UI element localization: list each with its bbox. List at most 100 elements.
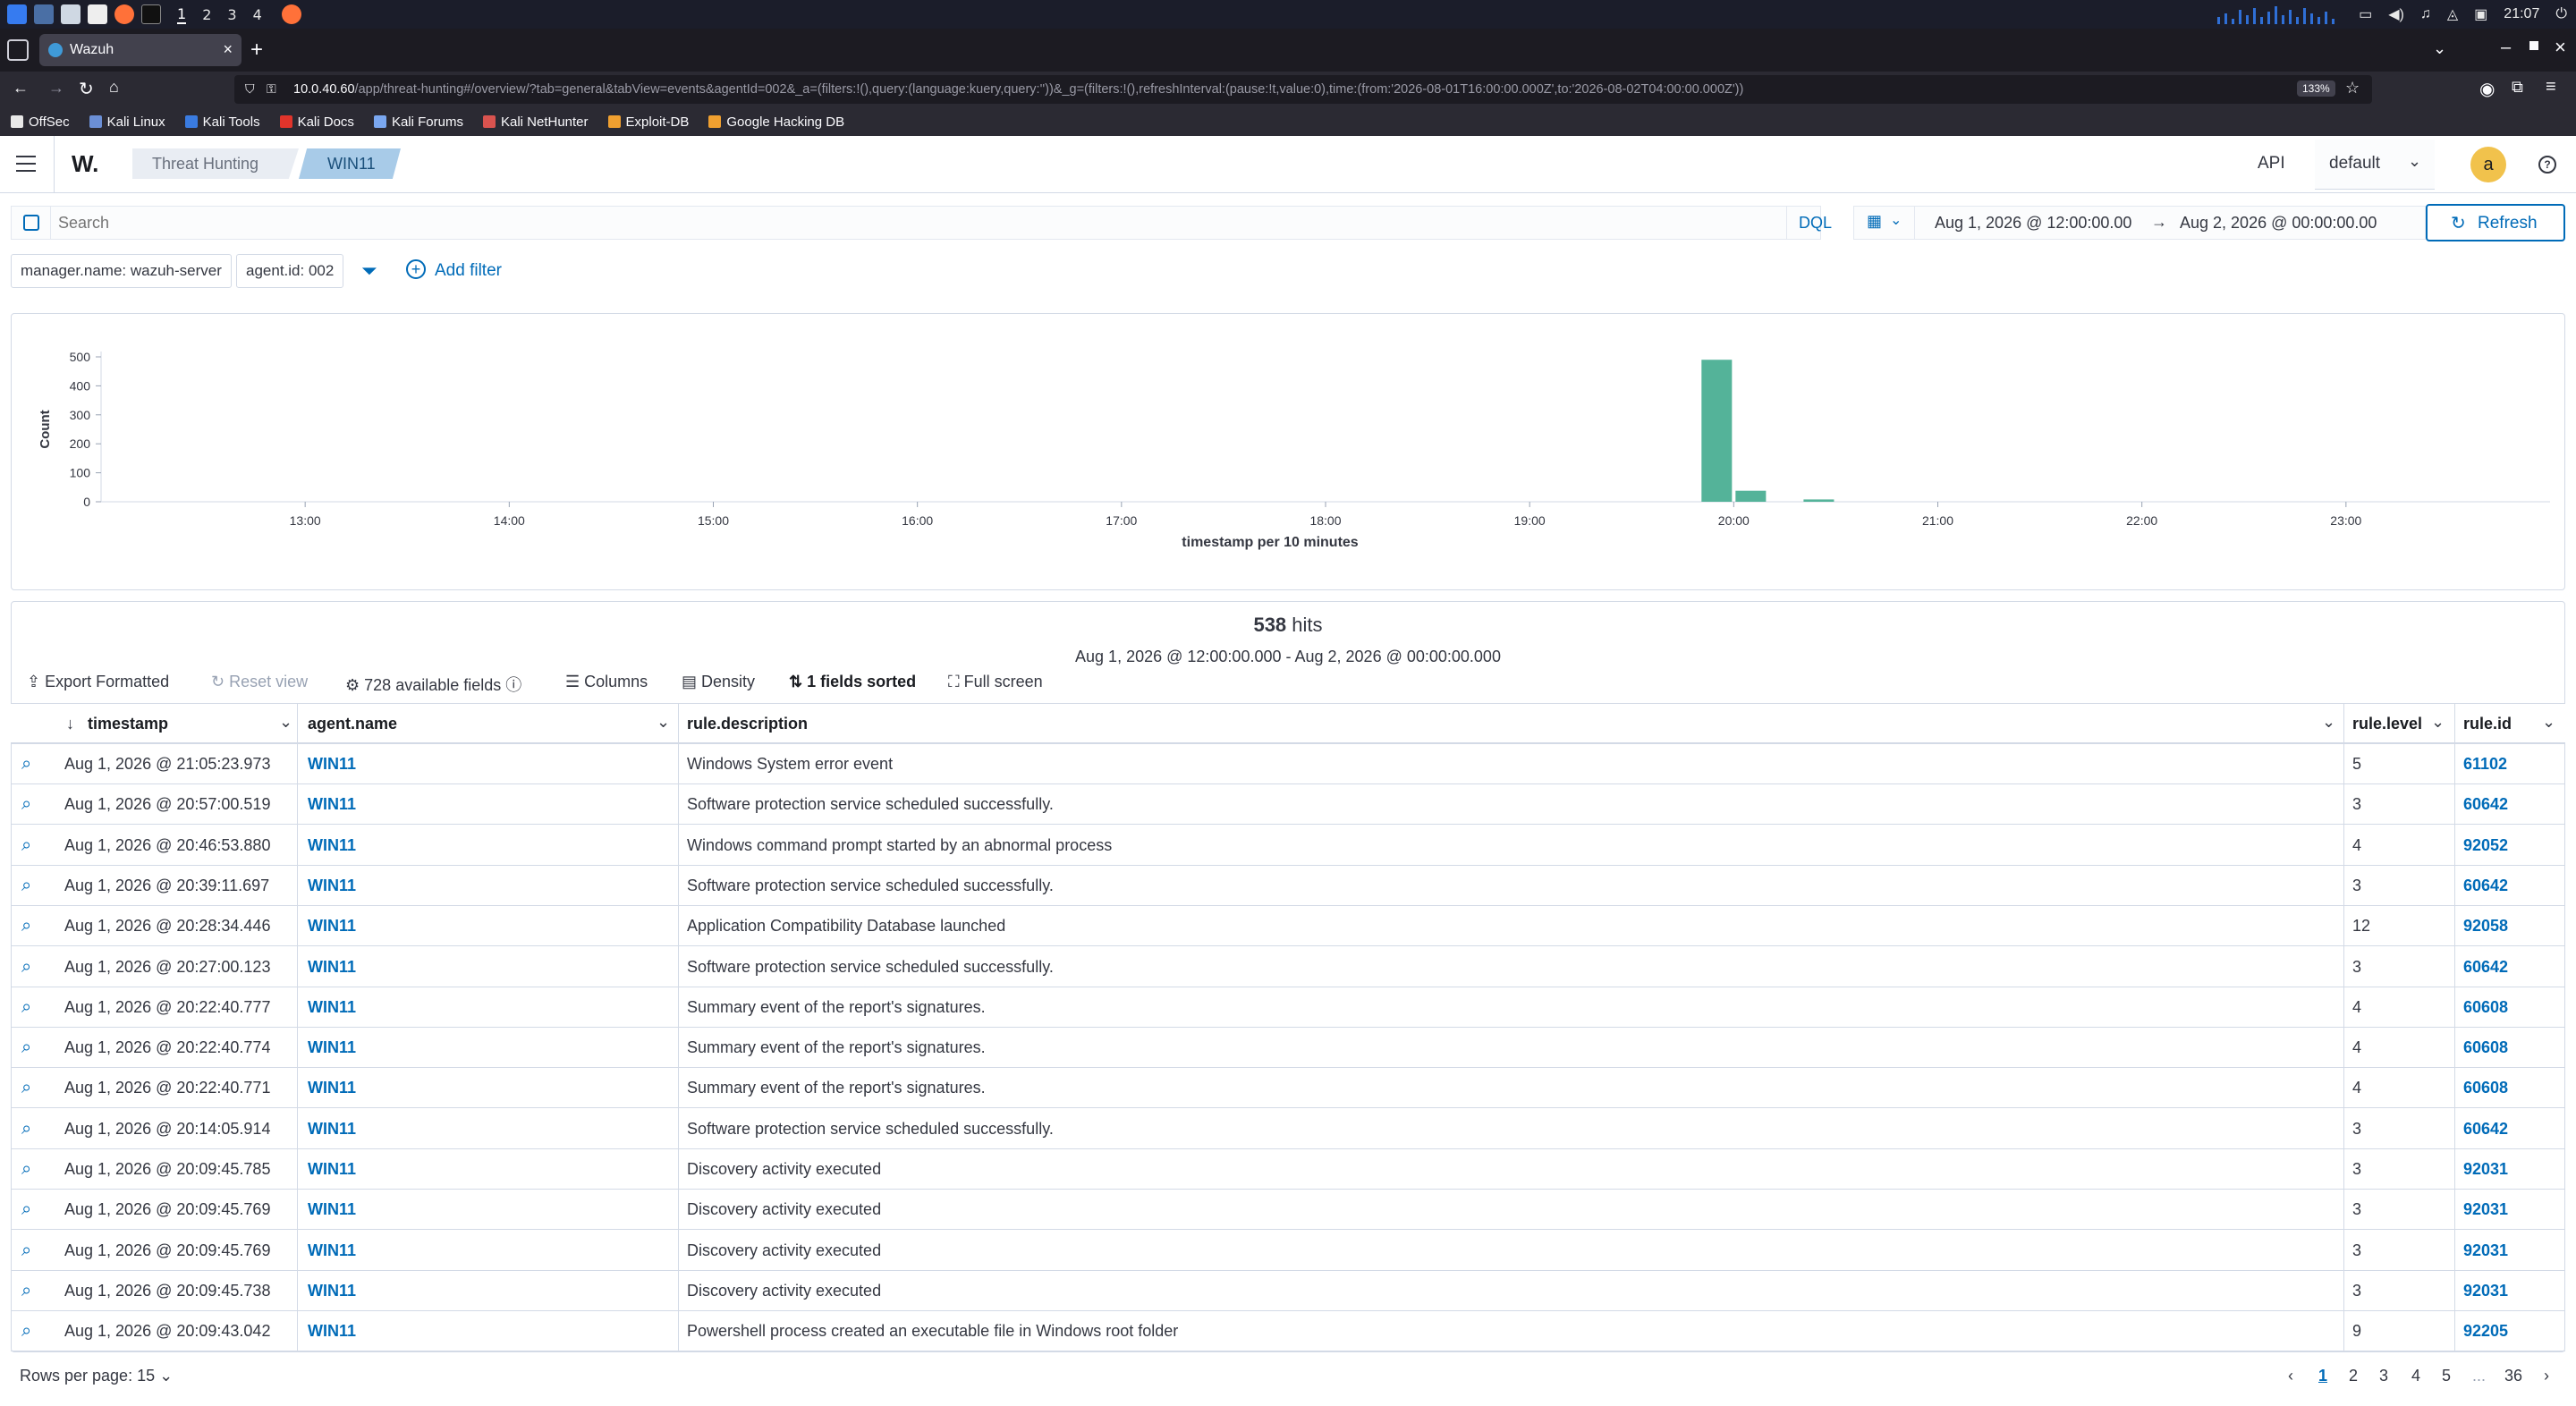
table-row[interactable]: ⌕ Aug 1, 2026 @ 20:09:45.738 WIN11 Discover…	[11, 1271, 2565, 1311]
refresh-button[interactable]: ↻ Refresh	[2426, 204, 2565, 241]
cell-agent-name[interactable]: WIN11	[308, 784, 356, 825]
forward-icon[interactable]: →	[48, 79, 64, 97]
bookmark-kali-forums[interactable]: Kali Forums	[373, 114, 463, 130]
inspect-document-icon[interactable]: ⌕	[21, 1311, 31, 1351]
table-row[interactable]: ⌕ Aug 1, 2026 @ 21:05:23.973 WIN11 Windows …	[11, 744, 2565, 784]
available-fields-button[interactable]: ⚙ 728 available fields ⓘ	[345, 673, 521, 696]
table-row[interactable]: ⌕ Aug 1, 2026 @ 20:09:45.769 WIN11 Discover…	[11, 1231, 2565, 1271]
workspace-3[interactable]: 3	[227, 6, 236, 23]
inspect-document-icon[interactable]: ⌕	[21, 1271, 31, 1311]
cell-agent-name[interactable]: WIN11	[308, 744, 356, 784]
saved-queries-button[interactable]	[12, 207, 51, 239]
search-input[interactable]	[58, 210, 1740, 235]
inspect-document-icon[interactable]: ⌕	[21, 1028, 31, 1068]
cell-rule-id[interactable]: 60642	[2463, 947, 2508, 987]
cell-rule-id[interactable]: 60642	[2463, 1109, 2508, 1149]
table-row[interactable]: ⌕ Aug 1, 2026 @ 20:22:40.771 WIN11 Summary …	[11, 1068, 2565, 1109]
cell-rule-id[interactable]: 60608	[2463, 987, 2508, 1028]
minimize-icon[interactable]: –	[2501, 38, 2511, 58]
shield-icon[interactable]: ⛉	[245, 81, 255, 97]
table-row[interactable]: ⌕ Aug 1, 2026 @ 20:27:00.123 WIN11 Software…	[11, 947, 2565, 987]
inspect-document-icon[interactable]: ⌕	[21, 1190, 31, 1230]
prev-page-icon[interactable]: ‹	[2288, 1367, 2293, 1385]
table-row[interactable]: ⌕ Aug 1, 2026 @ 20:22:40.777 WIN11 Summary …	[11, 987, 2565, 1028]
bookmark-star-icon[interactable]: ☆	[2345, 79, 2360, 97]
table-row[interactable]: ⌕ Aug 1, 2026 @ 20:14:05.914 WIN11 Software…	[11, 1109, 2565, 1149]
back-icon[interactable]: ←	[13, 79, 29, 97]
kali-menu-icon[interactable]	[7, 4, 27, 24]
bookmark-kali-docs[interactable]: Kali Docs	[279, 114, 354, 130]
cell-rule-id[interactable]: 60642	[2463, 784, 2508, 825]
cell-rule-id[interactable]: 92031	[2463, 1190, 2508, 1230]
filter-options-icon[interactable]: ⏷	[361, 259, 377, 283]
page-3[interactable]: 3	[2379, 1367, 2388, 1385]
cell-rule-id[interactable]: 60608	[2463, 1028, 2508, 1068]
table-row[interactable]: ⌕ Aug 1, 2026 @ 20:22:40.774 WIN11 Summary …	[11, 1028, 2565, 1069]
quick-select-button[interactable]: ▦ ⌄	[1854, 207, 1915, 239]
cell-agent-name[interactable]: WIN11	[308, 1271, 356, 1311]
browser-tab-wazuh[interactable]: Wazuh ×	[39, 34, 242, 66]
wazuh-logo[interactable]: W.	[72, 150, 98, 178]
column-menu-icon[interactable]: ⌄	[2322, 713, 2335, 732]
table-row[interactable]: ⌕ Aug 1, 2026 @ 20:57:00.519 WIN11 Software…	[11, 784, 2565, 826]
page-2[interactable]: 2	[2349, 1367, 2358, 1385]
inspect-document-icon[interactable]: ⌕	[21, 987, 31, 1028]
inspect-document-icon[interactable]: ⌕	[21, 744, 31, 784]
page-36[interactable]: 36	[2504, 1367, 2522, 1385]
table-row[interactable]: ⌕ Aug 1, 2026 @ 20:28:34.446 WIN11 Applicat…	[11, 906, 2565, 947]
home-icon[interactable]: ⌂	[109, 78, 119, 97]
bookmark-kali-tools[interactable]: Kali Tools	[184, 114, 260, 130]
rows-per-page-select[interactable]: Rows per page: 15 ⌄	[20, 1367, 173, 1385]
cell-agent-name[interactable]: WIN11	[308, 1109, 356, 1149]
column-menu-icon[interactable]: ⌄	[279, 713, 292, 732]
firefox-window-icon[interactable]	[281, 4, 301, 24]
bookmark-offsec[interactable]: OffSec	[11, 114, 70, 130]
bookmark-google-hacking-db[interactable]: Google Hacking DB	[708, 114, 844, 130]
column-header-rule-id[interactable]: rule.id	[2463, 715, 2512, 733]
extensions-icon[interactable]: ⧉	[2512, 78, 2523, 97]
column-header-timestamp[interactable]: timestamp	[88, 715, 168, 733]
next-page-icon[interactable]: ›	[2544, 1367, 2549, 1385]
cell-agent-name[interactable]: WIN11	[308, 1149, 356, 1190]
table-row[interactable]: ⌕ Aug 1, 2026 @ 20:39:11.697 WIN11 Software…	[11, 866, 2565, 906]
list-tabs-icon[interactable]: ⌄	[2433, 39, 2446, 58]
help-icon[interactable]: ?	[2538, 156, 2556, 174]
cell-rule-id[interactable]: 92058	[2463, 906, 2508, 946]
sort-desc-icon[interactable]: ↓	[66, 715, 74, 733]
table-row[interactable]: ⌕ Aug 1, 2026 @ 20:09:43.042 WIN11 Powershe…	[11, 1311, 2565, 1352]
inspect-document-icon[interactable]: ⌕	[21, 866, 31, 906]
table-row[interactable]: ⌕ Aug 1, 2026 @ 20:09:45.769 WIN11 Discover…	[11, 1190, 2565, 1231]
fields-sorted-button[interactable]: ⇅ 1 fields sorted	[789, 673, 916, 696]
notification-icon[interactable]: ♫	[2420, 6, 2431, 22]
inspect-document-icon[interactable]: ⌕	[21, 1149, 31, 1190]
page-1[interactable]: 1	[2318, 1367, 2327, 1385]
histogram-bar-2020[interactable]	[1803, 499, 1835, 502]
workspace-2[interactable]: 2	[202, 6, 211, 23]
column-header-agent-name[interactable]: agent.name	[308, 715, 397, 733]
inspect-document-icon[interactable]: ⌕	[21, 1109, 31, 1149]
reset-view-button[interactable]: ↻ Reset view	[211, 673, 308, 696]
table-row[interactable]: ⌕ Aug 1, 2026 @ 20:09:45.785 WIN11 Discover…	[11, 1149, 2565, 1190]
cell-agent-name[interactable]: WIN11	[308, 1190, 356, 1230]
page-5[interactable]: 5	[2442, 1367, 2451, 1385]
density-button[interactable]: ▤ Density	[682, 673, 755, 696]
avatar[interactable]: a	[2470, 147, 2506, 182]
table-row[interactable]: ⌕ Aug 1, 2026 @ 20:46:53.880 WIN11 Windows …	[11, 826, 2565, 866]
inspect-document-icon[interactable]: ⌕	[21, 906, 31, 946]
breadcrumb-threat-hunting[interactable]: Threat Hunting	[132, 148, 299, 179]
bookmark-kali-nethunter[interactable]: Kali NetHunter	[482, 114, 589, 130]
cell-agent-name[interactable]: WIN11	[308, 1311, 356, 1351]
inspect-document-icon[interactable]: ⌕	[21, 1231, 31, 1271]
histogram-bar-1950[interactable]	[1701, 360, 1733, 502]
cell-agent-name[interactable]: WIN11	[308, 826, 356, 866]
bell-icon[interactable]: ◬	[2447, 5, 2458, 23]
reload-icon[interactable]: ↻	[79, 78, 94, 100]
export-formatted-button[interactable]: ⇪ Export Formatted	[27, 673, 169, 696]
account-icon[interactable]: ◉	[2479, 78, 2495, 100]
cell-rule-id[interactable]: 92031	[2463, 1271, 2508, 1311]
cell-rule-id[interactable]: 92052	[2463, 826, 2508, 866]
column-header-rule-level[interactable]: rule.level	[2352, 715, 2422, 733]
text-editor-icon[interactable]	[88, 4, 107, 24]
bookmark-exploit-db[interactable]: Exploit-DB	[607, 114, 689, 130]
display-icon[interactable]: ▭	[2359, 5, 2372, 23]
